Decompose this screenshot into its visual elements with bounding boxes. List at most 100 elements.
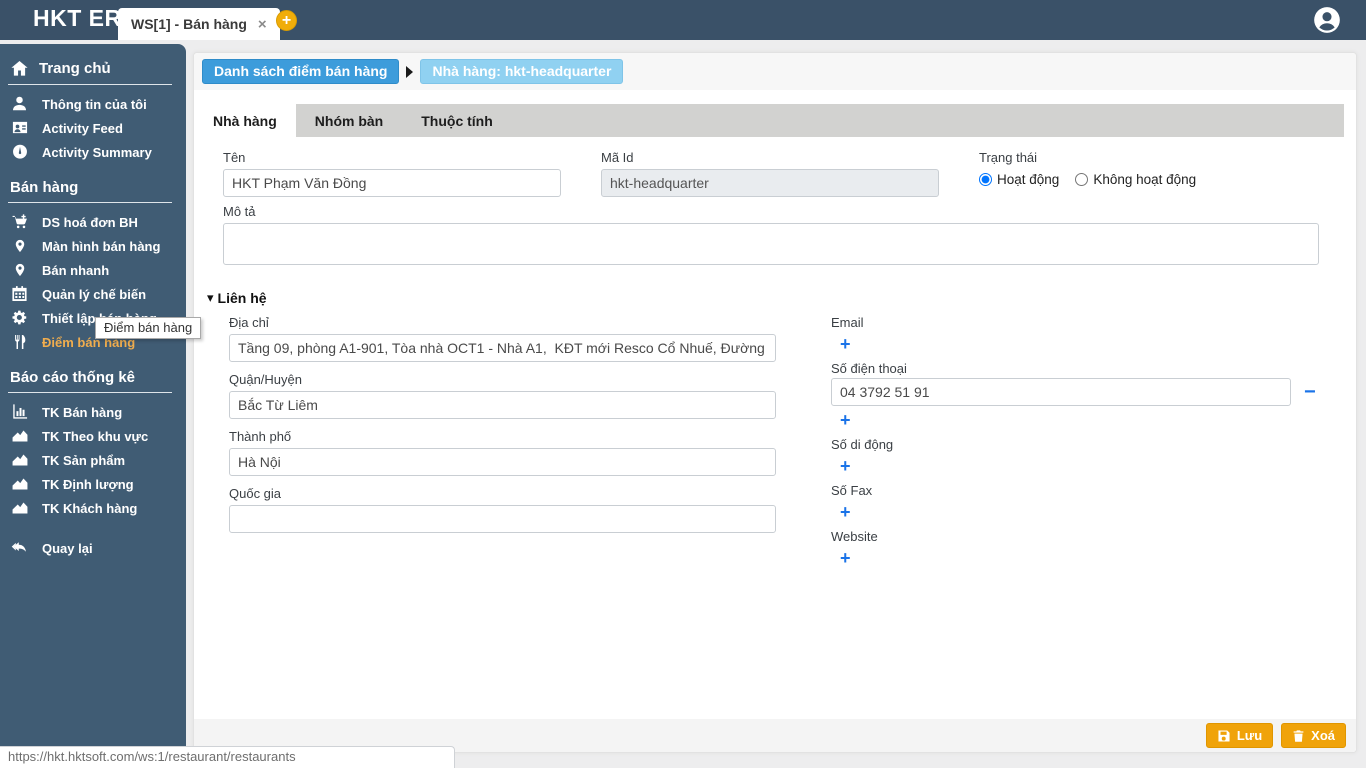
- save-button[interactable]: Lưu: [1205, 723, 1274, 748]
- add-website-button[interactable]: +: [840, 549, 854, 567]
- country-input[interactable]: [229, 505, 776, 533]
- phone-input[interactable]: [831, 378, 1291, 406]
- sidebar-section-reports: Báo cáo thống kê: [8, 366, 172, 393]
- status-label: Trạng thái: [979, 150, 1038, 165]
- sidebar-item-label: Quản lý chế biến: [42, 286, 147, 302]
- status-active-radio[interactable]: [979, 173, 992, 186]
- city-input[interactable]: [229, 448, 776, 476]
- sidebar-item-label: TK Sản phẩm: [42, 452, 126, 468]
- sidebar-item-kitchen-management[interactable]: Quản lý chế biến: [8, 282, 178, 306]
- sidebar-item-label: Quay lại: [42, 540, 93, 556]
- remove-phone-button[interactable]: −: [1304, 382, 1316, 402]
- calendar-icon: [10, 285, 29, 303]
- sidebar-section-title: Trang chủ: [39, 60, 111, 77]
- sidebar-item-label: Thông tin của tôi: [42, 96, 147, 112]
- bar-chart-icon: [10, 403, 29, 421]
- gear-icon: [10, 309, 29, 327]
- district-label: Quận/Huyện: [229, 372, 302, 387]
- gauge-icon: [10, 143, 29, 161]
- collapse-icon: [207, 289, 214, 306]
- status-inactive-label: Không hoạt động: [1093, 172, 1197, 187]
- sidebar-item-label: Activity Summary: [42, 144, 152, 160]
- save-button-label: Lưu: [1236, 728, 1263, 743]
- contact-section: Địa chỉ Quận/Huyện Thành phố Quốc gia Em…: [194, 315, 1356, 575]
- email-label: Email: [831, 315, 864, 330]
- tooltip: Điểm bán hàng: [95, 317, 202, 339]
- delete-button[interactable]: Xoá: [1281, 723, 1346, 748]
- sidebar-item-label: Activity Feed: [42, 120, 123, 136]
- code-input: [601, 169, 939, 197]
- status-inactive-radio[interactable]: [1075, 173, 1089, 186]
- area-chart-icon: [10, 499, 29, 517]
- map-marker-icon: [10, 237, 29, 255]
- sidebar-item-report-products[interactable]: TK Sản phẩm: [8, 448, 178, 472]
- tab-restaurant[interactable]: Nhà hàng: [194, 104, 296, 137]
- delete-button-label: Xoá: [1311, 728, 1335, 743]
- fax-label: Số Fax: [831, 483, 873, 498]
- add-phone-button[interactable]: +: [840, 411, 854, 429]
- breadcrumb: Danh sách điểm bán hàng Nhà hàng: hkt-he…: [194, 53, 1356, 90]
- sidebar: Trang chủ Thông tin của tôi Activity Fee…: [0, 44, 186, 746]
- sidebar-item-label: TK Bán hàng: [42, 404, 123, 420]
- user-avatar-icon[interactable]: [1313, 6, 1341, 34]
- breadcrumb-list-button[interactable]: Danh sách điểm bán hàng: [202, 59, 400, 84]
- sidebar-section-title: Bán hàng: [10, 179, 79, 196]
- address-input[interactable]: [229, 334, 776, 362]
- breadcrumb-current-button[interactable]: Nhà hàng: hkt-headquarter: [420, 59, 624, 84]
- name-label: Tên: [223, 150, 246, 165]
- sidebar-item-report-sales[interactable]: TK Bán hàng: [8, 400, 178, 424]
- cutlery-icon: [10, 333, 29, 351]
- add-mobile-button[interactable]: +: [840, 457, 854, 475]
- restaurant-form: Tên Mã Id Trạng thái Hoạt động Không hoạ…: [194, 137, 1356, 270]
- name-input[interactable]: [223, 169, 561, 197]
- district-input[interactable]: [229, 391, 776, 419]
- sidebar-item-report-quantity[interactable]: TK Định lượng: [8, 472, 178, 496]
- add-workspace-button[interactable]: +: [276, 10, 297, 31]
- contact-section-header[interactable]: Liên hệ: [207, 289, 1356, 306]
- website-label: Website: [831, 529, 878, 544]
- add-email-button[interactable]: +: [840, 335, 854, 353]
- contact-section-title: Liên hệ: [217, 289, 267, 306]
- sidebar-item-quick-sale[interactable]: Bán nhanh: [8, 258, 178, 282]
- user-icon: [10, 95, 29, 113]
- trash-icon: [1293, 729, 1304, 742]
- description-label: Mô tả: [223, 204, 256, 219]
- tab-attributes[interactable]: Thuộc tính: [402, 104, 512, 137]
- code-label: Mã Id: [601, 150, 634, 165]
- save-icon: [1218, 729, 1230, 742]
- sidebar-item-report-region[interactable]: TK Theo khu vực: [8, 424, 178, 448]
- id-card-icon: [10, 119, 29, 137]
- phone-label: Số điện thoại: [831, 361, 907, 376]
- status-inactive-option[interactable]: Không hoạt động: [1075, 172, 1196, 187]
- sidebar-item-activity-summary[interactable]: Activity Summary: [8, 140, 178, 164]
- area-chart-icon: [10, 427, 29, 445]
- sidebar-item-back[interactable]: Quay lại: [8, 536, 178, 560]
- description-textarea[interactable]: [223, 223, 1319, 265]
- sidebar-item-pos-screen[interactable]: Màn hình bán hàng: [8, 234, 178, 258]
- main-panel: Danh sách điểm bán hàng Nhà hàng: hkt-he…: [193, 52, 1357, 753]
- sidebar-section-sales: Bán hàng: [8, 176, 172, 203]
- workspace-tab-label: WS[1] - Bán hàng: [131, 16, 247, 32]
- tab-table-group[interactable]: Nhóm bàn: [296, 104, 402, 137]
- sidebar-item-label: TK Theo khu vực: [42, 428, 149, 444]
- tab-bar: Nhà hàng Nhóm bàn Thuộc tính: [194, 104, 1344, 137]
- city-label: Thành phố: [229, 429, 292, 444]
- address-label: Địa chỉ: [229, 315, 269, 330]
- workspace-tab[interactable]: WS[1] - Bán hàng ×: [118, 8, 280, 40]
- add-fax-button[interactable]: +: [840, 503, 854, 521]
- status-active-option[interactable]: Hoạt động: [979, 172, 1059, 187]
- country-label: Quốc gia: [229, 486, 282, 501]
- home-icon: [11, 60, 28, 76]
- cart-icon: [10, 213, 29, 231]
- sidebar-item-my-info[interactable]: Thông tin của tôi: [8, 92, 178, 116]
- sidebar-item-invoices[interactable]: DS hoá đơn BH: [8, 210, 178, 234]
- area-chart-icon: [10, 451, 29, 469]
- close-tab-icon[interactable]: ×: [258, 17, 267, 32]
- map-marker-icon: [10, 261, 29, 279]
- sidebar-section-home: Trang chủ: [8, 56, 172, 85]
- breadcrumb-separator-icon: [406, 65, 414, 78]
- sidebar-item-report-customers[interactable]: TK Khách hàng: [8, 496, 178, 520]
- sidebar-item-label: Bán nhanh: [42, 262, 110, 278]
- area-chart-icon: [10, 475, 29, 493]
- sidebar-item-activity-feed[interactable]: Activity Feed: [8, 116, 178, 140]
